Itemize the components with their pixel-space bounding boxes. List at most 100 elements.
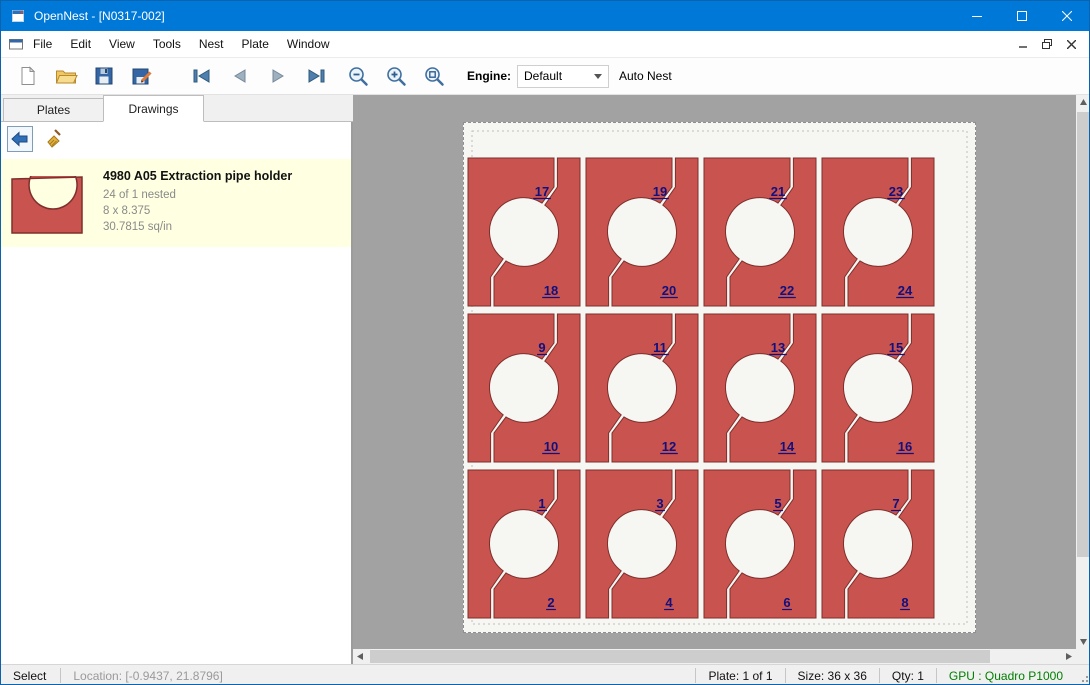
open-button[interactable] — [53, 63, 79, 89]
maximize-icon — [1017, 11, 1027, 21]
drawing-area: 30.7815 sq/in — [103, 219, 292, 235]
part-number: 15 — [889, 340, 903, 355]
save-as-button[interactable] — [129, 63, 155, 89]
nest-pair[interactable]: 910 — [468, 314, 580, 462]
nest-pair[interactable]: 78 — [822, 470, 934, 618]
menu-bar: File Edit View Tools Nest Plate Window — [1, 31, 1089, 58]
application-window: OpenNest - [N0317-002] File Edit View To… — [0, 0, 1090, 685]
save-icon — [92, 64, 116, 88]
close-icon — [1062, 11, 1072, 21]
status-qty: Qty: 1 — [880, 669, 936, 683]
save-as-icon — [130, 64, 154, 88]
nest-pair[interactable]: 1516 — [822, 314, 934, 462]
horizontal-scroll-thumb[interactable] — [370, 650, 990, 663]
drawing-title: 4980 A05 Extraction pipe holder — [103, 169, 292, 183]
horizontal-scrollbar[interactable] — [353, 649, 1076, 664]
scrollbar-corner — [1076, 649, 1090, 664]
part-number: 6 — [783, 595, 790, 610]
nest-pair[interactable]: 56 — [704, 470, 816, 618]
zoom-in-button[interactable] — [383, 63, 409, 89]
scroll-up-icon[interactable] — [1076, 95, 1090, 110]
nest-pair[interactable]: 13 14 — [704, 314, 816, 462]
menu-tools[interactable]: Tools — [144, 31, 190, 57]
mdi-minimize-button[interactable] — [1013, 34, 1033, 54]
vertical-scroll-thumb[interactable] — [1077, 112, 1090, 557]
open-folder-icon — [54, 64, 78, 88]
mdi-restore-icon — [1042, 39, 1052, 49]
nest-layout: 171819202122232491011121314151612345678 — [464, 123, 975, 632]
plate-sheet[interactable]: 171819202122232491011121314151612345678 — [463, 122, 976, 633]
zoom-fit-icon — [422, 64, 446, 88]
part-number: 19 — [653, 184, 667, 199]
engine-select[interactable]: Default — [517, 65, 609, 88]
save-button[interactable] — [91, 63, 117, 89]
part-number: 11 — [653, 340, 667, 355]
status-plate: Plate: 1 of 1 — [696, 669, 784, 683]
first-plate-button[interactable] — [189, 63, 215, 89]
left-tabstrip: Plates Drawings — [1, 95, 353, 122]
new-button[interactable] — [15, 63, 41, 89]
last-arrow-icon — [304, 64, 328, 88]
scroll-right-icon[interactable] — [1061, 649, 1076, 664]
scroll-down-icon[interactable] — [1076, 634, 1090, 649]
zoom-out-button[interactable] — [345, 63, 371, 89]
title-bar: OpenNest - [N0317-002] — [1, 1, 1089, 31]
part-number: 4 — [665, 595, 673, 610]
part-number: 5 — [774, 496, 781, 511]
drawing-list-item[interactable]: 4980 A05 Extraction pipe holder 24 of 1 … — [1, 159, 351, 247]
menu-edit[interactable]: Edit — [61, 31, 100, 57]
nest-pair[interactable]: 2122 — [704, 158, 816, 306]
nest-pair[interactable]: 1920 — [586, 158, 698, 306]
close-button[interactable] — [1044, 1, 1089, 31]
tab-plates[interactable]: Plates — [3, 98, 104, 122]
last-plate-button[interactable] — [303, 63, 329, 89]
zoom-fit-button[interactable] — [421, 63, 447, 89]
scroll-left-icon[interactable] — [353, 649, 368, 664]
engine-value: Default — [524, 69, 562, 83]
menu-plate[interactable]: Plate — [233, 31, 278, 57]
nest-canvas[interactable]: 171819202122232491011121314151612345678 — [353, 95, 1076, 649]
broom-icon — [42, 127, 66, 151]
part-thumbnail-shape — [12, 167, 82, 233]
vertical-scrollbar[interactable] — [1076, 95, 1090, 649]
menu-view[interactable]: View — [100, 31, 144, 57]
maximize-button[interactable] — [999, 1, 1044, 31]
zoom-out-icon — [346, 64, 370, 88]
menu-file[interactable]: File — [24, 31, 61, 57]
part-number: 14 — [780, 439, 795, 454]
nest-pair[interactable]: 2324 — [822, 158, 934, 306]
minimize-button[interactable] — [954, 1, 999, 31]
next-plate-button[interactable] — [265, 63, 291, 89]
menu-window[interactable]: Window — [278, 31, 339, 57]
status-gpu: GPU : Quadro P1000 — [937, 669, 1075, 683]
tab-drawings[interactable]: Drawings — [103, 95, 204, 122]
nest-pair[interactable]: 1718 — [468, 158, 580, 306]
previous-plate-button[interactable] — [227, 63, 253, 89]
status-size: Size: 36 x 36 — [786, 669, 879, 683]
chevron-down-icon — [594, 74, 602, 79]
part-number: 21 — [771, 184, 785, 199]
mdi-minimize-icon — [1019, 40, 1028, 49]
menu-nest[interactable]: Nest — [190, 31, 233, 57]
blue-arrow-icon — [9, 128, 31, 150]
new-document-icon — [16, 64, 40, 88]
nest-pair[interactable]: 34 — [586, 470, 698, 618]
drawing-nested-count: 24 of 1 nested — [103, 187, 292, 203]
part-number: 12 — [662, 439, 676, 454]
status-mode: Select — [1, 669, 60, 683]
mdi-close-button[interactable] — [1061, 34, 1081, 54]
part-number: 3 — [656, 496, 663, 511]
auto-nest-button[interactable]: Auto Nest — [619, 69, 672, 83]
part-number: 16 — [898, 439, 912, 454]
clear-button[interactable] — [41, 126, 67, 152]
mdi-close-icon — [1067, 40, 1076, 49]
mdi-restore-button[interactable] — [1037, 34, 1057, 54]
part-number: 13 — [771, 340, 785, 355]
send-to-plate-button[interactable] — [7, 126, 33, 152]
part-number: 8 — [901, 595, 908, 610]
nest-pair[interactable]: 12 — [468, 470, 580, 618]
resize-grip[interactable] — [1075, 667, 1090, 685]
part-number: 2 — [547, 595, 554, 610]
part-number: 18 — [544, 283, 558, 298]
nest-pair[interactable]: 11 12 — [586, 314, 698, 462]
